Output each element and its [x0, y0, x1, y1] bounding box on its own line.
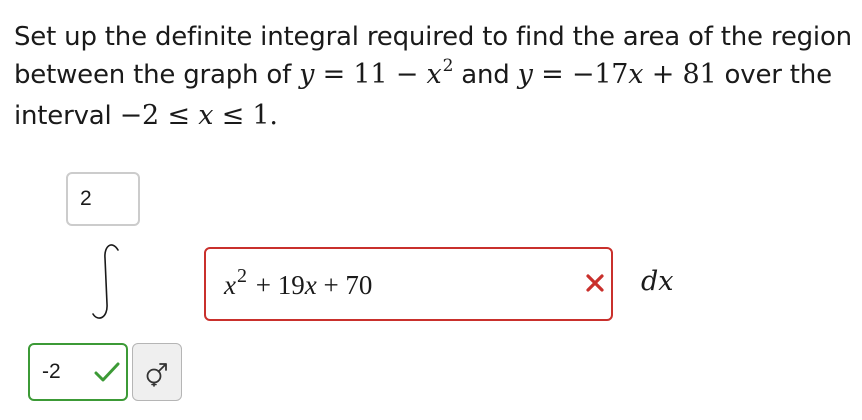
upper-limit-input[interactable]: 2 [66, 172, 140, 226]
green-check-icon [94, 362, 120, 382]
question-line-2: between the graph of y = 11 − x2 and y =… [14, 56, 832, 90]
equation-1: y = 11 − x2 [299, 56, 454, 90]
question-text-part2: between the graph of [14, 60, 292, 90]
lower-limit-value: -2 [42, 360, 61, 383]
upper-limit-value: 2 [80, 187, 92, 210]
red-x-icon [586, 274, 604, 292]
integrand-input[interactable]: x2 + 19x + 70 [204, 247, 613, 321]
question-text: Set up the definite integral required to… [14, 18, 862, 135]
question-line-1: Set up the definite integral required to… [14, 18, 862, 56]
math-symbols-icon [146, 363, 167, 387]
math-symbols-button[interactable] [132, 343, 182, 401]
integral-sign-icon [92, 244, 119, 319]
equation-2: y = −17x + 81 [517, 59, 717, 90]
question-text-part1: Set up the definite integral required to… [14, 22, 852, 52]
differential: dx [641, 266, 674, 297]
interval-expression: −2 ≤ x ≤ 1. [119, 100, 278, 131]
question-line-3: interval −2 ≤ x ≤ 1. [14, 100, 278, 131]
